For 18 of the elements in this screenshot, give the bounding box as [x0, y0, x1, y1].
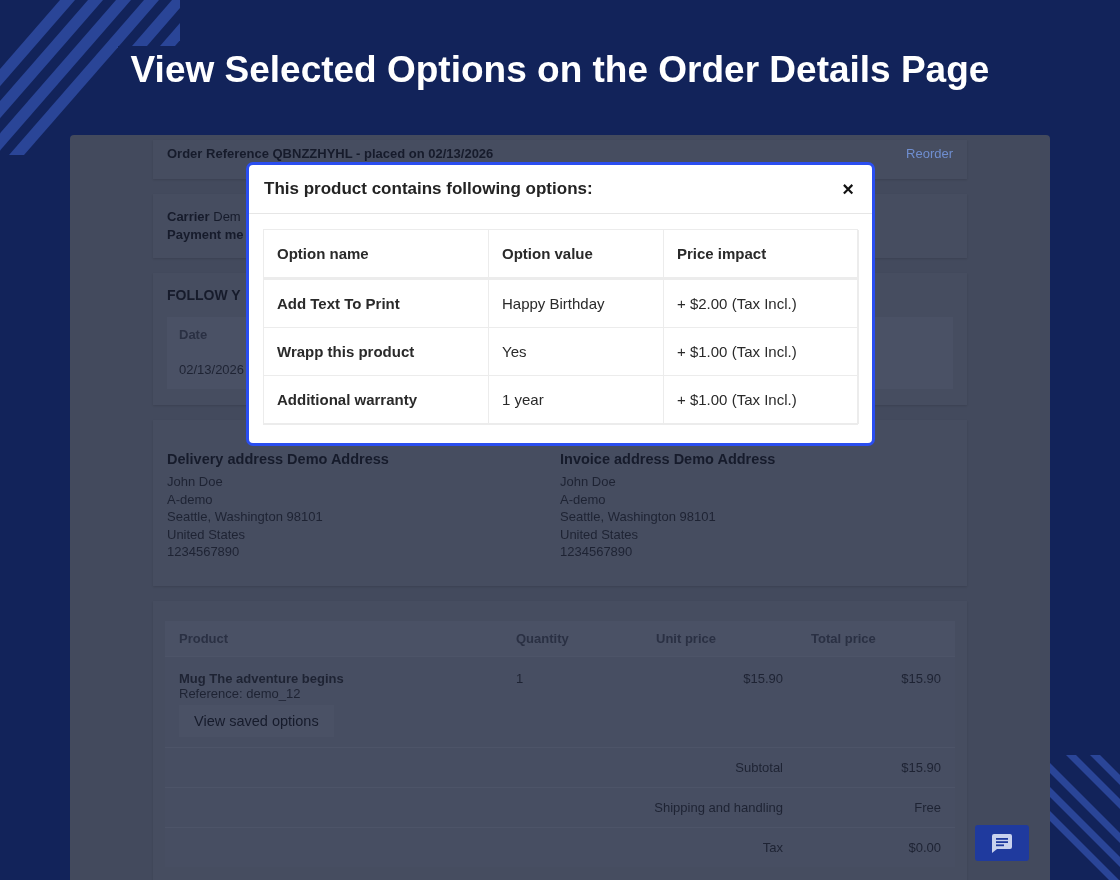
- column-header: Price impact: [664, 230, 859, 280]
- chat-button[interactable]: [975, 825, 1029, 861]
- table-cell: 1 year: [489, 376, 664, 424]
- table-cell: Wrapp this product: [264, 328, 489, 376]
- reorder-link[interactable]: Reorder: [906, 146, 953, 161]
- table-cell: Additional warranty: [264, 376, 489, 424]
- table-cell: + $2.00 (Tax Incl.): [664, 280, 859, 328]
- table-cell: Happy Birthday: [489, 280, 664, 328]
- table-cell: + $1.00 (Tax Incl.): [664, 376, 859, 424]
- close-button[interactable]: ×: [838, 179, 858, 199]
- column-header: Option value: [489, 230, 664, 280]
- dialog-title: This product contains following options:: [264, 179, 593, 199]
- table-cell: Add Text To Print: [264, 280, 489, 328]
- column-header: Option name: [264, 230, 489, 280]
- chat-icon: [992, 833, 1012, 853]
- page-heading: View Selected Options on the Order Details Page: [130, 50, 990, 90]
- table-cell: Yes: [489, 328, 664, 376]
- table-cell: + $1.00 (Tax Incl.): [664, 328, 859, 376]
